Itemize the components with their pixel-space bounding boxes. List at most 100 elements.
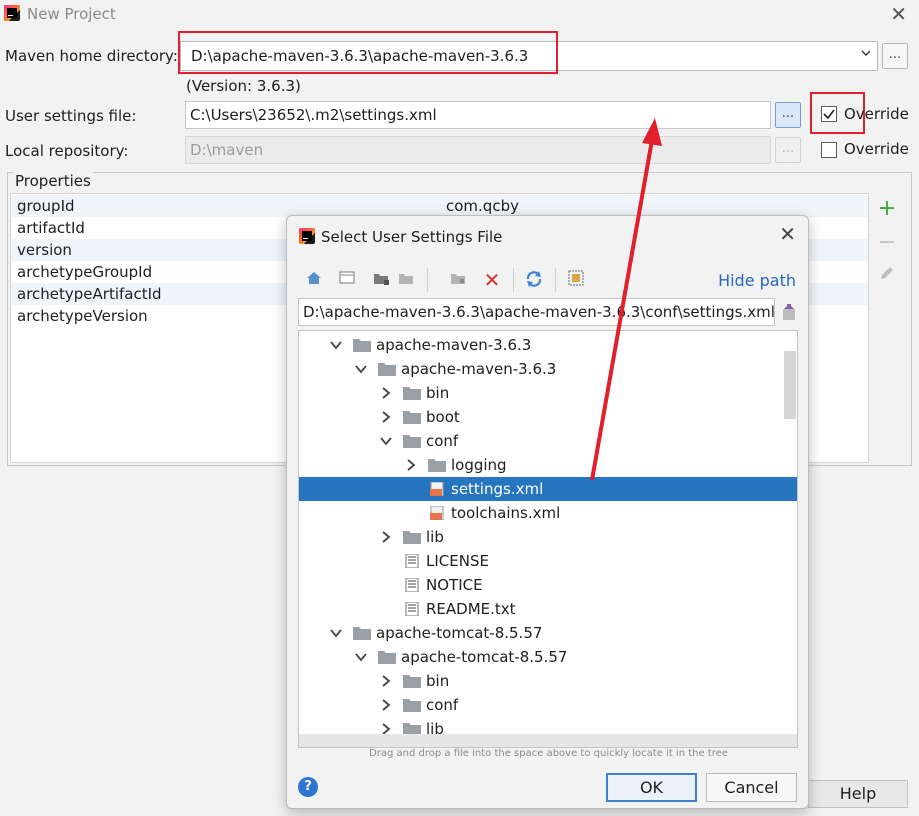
chevron-right-icon[interactable] <box>379 698 393 712</box>
cancel-button[interactable]: Cancel <box>706 773 797 802</box>
horizontal-scrollbar[interactable] <box>299 734 797 747</box>
local-repo-browse-button[interactable]: ... <box>775 137 801 163</box>
user-settings-browse-button[interactable]: ... <box>775 102 801 128</box>
file-tree[interactable]: llibconfbinapache-tomcat-8.5.57apache-to… <box>298 330 798 748</box>
tree-node[interactable]: bin <box>299 381 779 405</box>
tree-node[interactable]: NOTICE <box>299 573 779 597</box>
close-icon[interactable]: ✕ <box>890 2 907 26</box>
override-settings-checkbox[interactable] <box>821 106 837 122</box>
tree-node[interactable]: boot <box>299 405 779 429</box>
maven-home-browse-button[interactable]: ... <box>882 43 908 69</box>
tree-node-label: toolchains.xml <box>451 504 561 522</box>
xml-file-icon <box>430 506 444 520</box>
tree-node[interactable]: conf <box>299 693 779 717</box>
user-settings-field[interactable]: C:\Users\23652\.m2\settings.xml <box>185 101 771 129</box>
folder-icon <box>403 699 421 712</box>
folder-icon <box>353 339 371 352</box>
dialog-close-icon[interactable]: ✕ <box>779 222 796 246</box>
vertical-scrollbar[interactable] <box>784 351 796 419</box>
folder-icon <box>403 531 421 544</box>
edit-pencil-icon[interactable] <box>874 264 900 290</box>
tree-node[interactable]: conf <box>299 429 779 453</box>
chevron-down-icon[interactable] <box>354 362 368 376</box>
tree-node-label: lib <box>426 528 444 546</box>
project-folder-icon[interactable] <box>370 269 392 291</box>
hide-path-link[interactable]: Hide path <box>718 271 796 290</box>
folder-icon <box>403 411 421 424</box>
tree-node[interactable]: apache-maven-3.6.3 <box>299 357 779 381</box>
local-repo-label: Local repository: <box>5 142 129 160</box>
tree-node[interactable]: bin <box>299 669 779 693</box>
title-bar: New Project ✕ <box>0 0 919 30</box>
chevron-right-icon[interactable] <box>404 458 418 472</box>
chevron-right-icon[interactable] <box>379 410 393 424</box>
tree-node[interactable]: LICENSE <box>299 549 779 573</box>
property-row[interactable]: groupId com.qcby <box>11 195 868 217</box>
chevron-down-icon[interactable] <box>354 650 368 664</box>
override-repo-label: Override <box>844 140 909 158</box>
folder-icon <box>353 627 371 640</box>
intellij-app-icon <box>299 228 315 244</box>
show-hidden-icon[interactable] <box>565 269 587 291</box>
remove-icon[interactable]: − <box>874 231 900 257</box>
override-repo-checkbox[interactable] <box>821 142 837 158</box>
folder-icon <box>378 363 396 376</box>
text-file-icon <box>405 554 419 568</box>
tree-node-label: apache-maven-3.6.3 <box>401 360 557 378</box>
chevron-right-icon[interactable] <box>379 530 393 544</box>
property-key: version <box>17 241 72 259</box>
toolbar-separator <box>555 268 556 292</box>
text-file-icon <box>405 578 419 592</box>
tree-node-label: conf <box>426 696 459 714</box>
tree-node[interactable]: apache-maven-3.6.3 <box>299 333 779 357</box>
chevron-down-icon[interactable] <box>861 48 871 58</box>
chevron-down-icon[interactable] <box>329 626 343 640</box>
tree-node-label: conf <box>426 432 459 450</box>
tree-node[interactable]: apache-tomcat-8.5.57 <box>299 621 779 645</box>
window-title: New Project <box>27 5 116 23</box>
chevron-right-icon[interactable] <box>379 386 393 400</box>
property-key: archetypeVersion <box>17 307 148 325</box>
tree-node[interactable]: README.txt <box>299 597 779 621</box>
tree-node[interactable]: settings.xml <box>299 477 797 501</box>
drag-drop-hint: Drag and drop a file into the space abov… <box>369 748 728 759</box>
maven-version-text: (Version: 3.6.3) <box>186 77 301 95</box>
folder-icon <box>428 459 446 472</box>
chevron-down-icon[interactable] <box>379 434 393 448</box>
tree-node-label: LICENSE <box>426 552 489 570</box>
tree-node-label: boot <box>426 408 460 426</box>
toolbar-separator <box>427 268 428 292</box>
maven-home-label: Maven home directory: <box>5 47 178 65</box>
property-value[interactable]: com.qcby <box>446 197 519 215</box>
tree-node[interactable]: toolchains.xml <box>299 501 779 525</box>
toolbar-separator <box>513 268 514 292</box>
tree-node[interactable]: apache-tomcat-8.5.57 <box>299 645 779 669</box>
tree-node-label: README.txt <box>426 600 516 618</box>
tree-node[interactable]: logging <box>299 453 779 477</box>
property-key: archetypeArtifactId <box>17 285 162 303</box>
ok-button[interactable]: OK <box>606 773 697 802</box>
help-button[interactable]: Help <box>808 780 908 808</box>
delete-icon[interactable]: ✕ <box>481 269 503 291</box>
help-icon[interactable]: ? <box>298 777 318 797</box>
refresh-icon[interactable] <box>523 269 545 291</box>
local-repo-field[interactable]: D:\maven <box>185 136 771 164</box>
new-folder-icon[interactable] <box>447 269 469 291</box>
text-file-icon <box>405 602 419 616</box>
tree-node[interactable]: lib <box>299 525 779 549</box>
path-field[interactable]: D:\apache-maven-3.6.3\apache-maven-3.6.3… <box>298 298 775 326</box>
select-settings-dialog: Select User Settings File ✕ ✕ Hide path … <box>286 215 809 809</box>
tree-node-label: bin <box>426 672 450 690</box>
module-folder-icon[interactable] <box>395 269 417 291</box>
override-settings-label: Override <box>844 105 909 123</box>
intellij-app-icon <box>4 5 20 21</box>
tree-node-label: bin <box>426 384 450 402</box>
path-history-icon[interactable] <box>779 301 799 323</box>
home-icon[interactable] <box>303 269 325 291</box>
chevron-down-icon[interactable] <box>329 338 343 352</box>
add-icon[interactable]: + <box>874 197 900 223</box>
folder-icon <box>403 675 421 688</box>
dialog-title: Select User Settings File <box>321 228 503 246</box>
desktop-icon[interactable] <box>336 269 358 291</box>
chevron-right-icon[interactable] <box>379 674 393 688</box>
